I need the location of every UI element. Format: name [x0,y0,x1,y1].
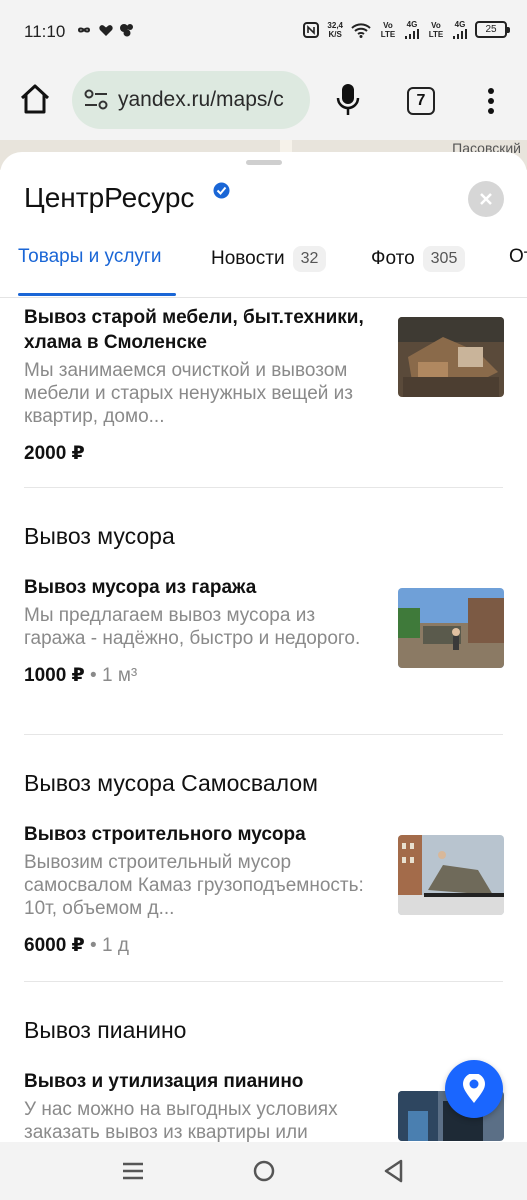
signal-1: 4G [405,20,419,39]
status-notification-icons [75,23,135,37]
volte-2: Vo LTE [428,20,444,39]
status-bar: 11:10 32,4 K/S Vo LTE 4G Vo LTE 4G 25 [0,0,527,62]
close-button[interactable] [468,181,504,217]
tab-goods-services[interactable]: Товары и услуги [18,246,161,268]
back-icon[interactable] [381,1158,407,1184]
section-title: Вывоз мусора Самосвалом [24,770,318,796]
price-unit: • 1 м³ [84,665,138,686]
tab-label: От [509,246,527,267]
route-button[interactable] [445,1060,503,1118]
service-title: Вывоз старой мебели, быт.техники, хлама … [24,307,364,353]
verified-icon [213,182,230,199]
tabs-button[interactable]: 7 [407,87,435,115]
home-icon[interactable] [18,82,52,116]
overflow-menu-icon[interactable] [481,86,501,116]
cluster-icon [120,24,133,37]
service-photo[interactable] [398,588,504,668]
org-card-sheet: ЦентрРесурс Товары и услуги Новости 32 Ф… [0,152,527,1142]
active-tab-indicator [18,293,176,296]
tab-bar: Товары и услуги Новости 32 Фото 305 От [0,238,527,298]
wifi-icon [351,22,371,38]
construction-waste-photo-image [398,835,504,915]
home-circle-icon[interactable] [251,1158,277,1184]
service-title: Вывоз и утилизация пианино [24,1071,304,1092]
status-time: 11:10 [24,22,66,41]
tab-label: Фото [371,248,415,269]
heart-icon [99,25,113,36]
tab-photo[interactable]: Фото 305 [371,246,466,272]
net-type-1: 4G [406,20,418,29]
service-description: Мы предлагаем вывоз мусора из гаража - н… [24,605,361,649]
infinity-icon [77,27,91,33]
signal-bars-icon [453,29,467,39]
tab-label: Новости [211,248,285,269]
section-title: Вывоз мусора [24,523,175,549]
sheet-grabber[interactable] [246,160,282,165]
net-speed: 32,4 K/S [327,21,343,39]
price-value: 1000 ₽ [24,665,85,686]
location-pin-icon [463,1074,485,1103]
org-title: ЦентрРесурс [24,182,195,213]
price-value: 6000 ₽ [24,935,85,956]
divider [24,734,503,735]
service-photo[interactable] [398,317,504,397]
address-bar[interactable]: yandex.ru/maps/c [72,71,310,129]
status-right-icons: 32,4 K/S Vo LTE 4G Vo LTE 4G 25 [303,20,510,39]
site-settings-icon[interactable] [84,89,108,111]
mic-icon[interactable] [334,82,362,118]
tab-label: Товары и услуги [18,246,162,267]
net-speed-unit: K/S [328,29,342,39]
system-nav-bar [0,1142,527,1200]
divider [24,981,503,982]
nfc-icon [303,21,320,38]
browser-toolbar: yandex.ru/maps/c 7 [0,62,527,140]
service-description: У нас можно на выгодных условиях заказат… [24,1099,338,1142]
signal-bars-icon [405,29,419,39]
junk-photo-image [398,317,504,397]
price-value: 2000 ₽ [24,443,85,464]
recents-icon[interactable] [120,1158,146,1184]
close-icon [480,193,492,205]
tab-reviews[interactable]: От [509,246,527,268]
battery-icon: 25 [475,21,510,38]
tab-news[interactable]: Новости 32 [211,246,327,272]
section-title: Вывоз пианино [24,1017,187,1043]
service-photo[interactable] [398,835,504,915]
tab-count: 32 [292,246,327,272]
url-text[interactable]: yandex.ru/maps/c [118,88,284,112]
service-price: 6000 ₽ • 1 д [24,934,504,957]
service-title: Вывоз строительного мусора [24,824,306,845]
garage-photo-image [398,588,504,668]
price-unit: • 1 д [84,935,129,956]
net-speed-value: 32,4 [327,20,343,30]
tab-count: 305 [422,246,466,272]
service-description: Мы занимаемся очисткой и вывозом мебели … [24,360,354,427]
divider [24,487,503,488]
service-title: Вывоз мусора из гаража [24,577,257,598]
signal-2: 4G [453,20,467,39]
net-type-2: 4G [454,20,466,29]
service-price: 2000 ₽ [24,442,504,465]
service-description: Вывозим строительный мусор самосвалом Ка… [24,852,364,919]
volte-1: Vo LTE [380,20,396,39]
